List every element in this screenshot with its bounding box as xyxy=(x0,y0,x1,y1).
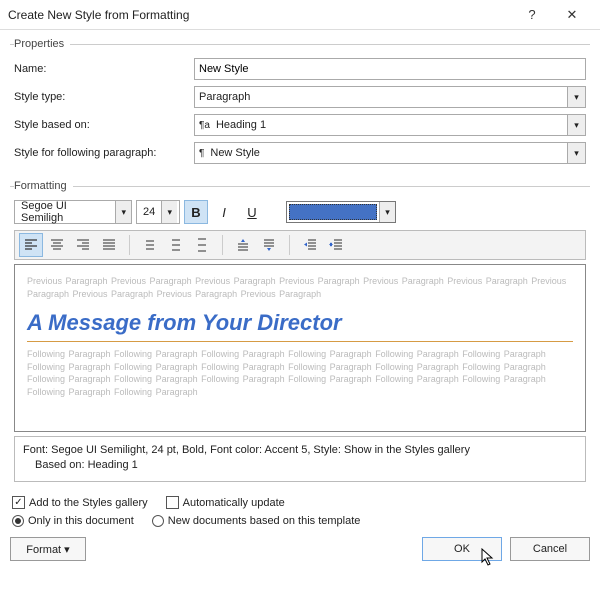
line-spacing-icon xyxy=(169,238,183,252)
radio-unselected-icon xyxy=(152,515,164,527)
separator xyxy=(222,235,223,255)
style-based-on-label: Style based on: xyxy=(14,119,194,131)
align-right-button[interactable] xyxy=(71,233,95,257)
chevron-down-icon: ▾ xyxy=(567,87,585,107)
description-line-1: Font: Segoe UI Semilight, 24 pt, Bold, F… xyxy=(23,443,577,458)
properties-legend: Properties xyxy=(14,38,70,50)
underline-button[interactable]: U xyxy=(240,200,264,224)
space-before-decrease-button[interactable] xyxy=(257,233,281,257)
formatting-group: Formatting Segoe UI Semiligh ▾ 24 ▾ B I … xyxy=(10,180,590,486)
font-size-value: 24 xyxy=(137,206,161,218)
auto-update-label: Automatically update xyxy=(183,497,285,509)
paragraph-toolbar xyxy=(14,230,586,260)
dialog-title: Create New Style from Formatting xyxy=(8,8,512,22)
preview-pane: Previous Paragraph Previous Paragraph Pr… xyxy=(14,264,586,432)
font-name-value: Segoe UI Semiligh xyxy=(15,200,115,224)
options-area: ✓ Add to the Styles gallery Automaticall… xyxy=(12,496,588,527)
formatting-legend: Formatting xyxy=(14,180,73,192)
align-left-icon xyxy=(24,238,38,252)
only-this-document-label: Only in this document xyxy=(28,515,134,527)
close-button[interactable]: ✕ xyxy=(552,1,592,29)
chevron-down-icon: ▾ xyxy=(567,143,585,163)
line-spacing-icon xyxy=(143,238,157,252)
new-documents-radio[interactable]: New documents based on this template xyxy=(152,515,361,527)
space-before-increase-button[interactable] xyxy=(231,233,255,257)
align-left-button[interactable] xyxy=(19,233,43,257)
chevron-down-icon: ▾ xyxy=(115,201,131,223)
style-type-value: Paragraph xyxy=(199,91,250,103)
only-this-document-radio[interactable]: Only in this document xyxy=(12,515,134,527)
properties-group: Properties Name: Style type: Paragraph ▾… xyxy=(10,38,590,174)
line-spacing-icon xyxy=(195,238,209,252)
align-center-icon xyxy=(50,238,64,252)
align-justify-button[interactable] xyxy=(97,233,121,257)
add-to-gallery-checkbox[interactable]: ✓ Add to the Styles gallery xyxy=(12,496,148,509)
style-description: Font: Segoe UI Semilight, 24 pt, Bold, F… xyxy=(14,436,586,482)
button-row: Format ▾ OK Cancel xyxy=(10,537,590,561)
line-spacing-1-button[interactable] xyxy=(138,233,162,257)
new-documents-label: New documents based on this template xyxy=(168,515,361,527)
italic-button[interactable]: I xyxy=(212,200,236,224)
font-color-button[interactable]: ▾ xyxy=(286,201,396,223)
decrease-indent-button[interactable] xyxy=(298,233,322,257)
chevron-down-icon: ▾ xyxy=(567,115,585,135)
auto-update-checkbox[interactable]: Automatically update xyxy=(166,496,285,509)
help-button[interactable]: ? xyxy=(512,1,552,29)
checkbox-checked-icon: ✓ xyxy=(12,496,25,509)
add-to-gallery-label: Add to the Styles gallery xyxy=(29,497,148,509)
preview-rule xyxy=(27,341,573,342)
align-center-button[interactable] xyxy=(45,233,69,257)
font-toolbar: Segoe UI Semiligh ▾ 24 ▾ B I U ▾ xyxy=(14,200,586,224)
name-input[interactable] xyxy=(194,58,586,80)
format-button[interactable]: Format ▾ xyxy=(10,537,86,561)
style-following-label: Style for following paragraph: xyxy=(14,147,194,159)
titlebar: Create New Style from Formatting ? ✕ xyxy=(0,0,600,30)
increase-indent-button[interactable] xyxy=(324,233,348,257)
line-spacing-2-button[interactable] xyxy=(190,233,214,257)
space-before-icon xyxy=(236,238,250,252)
separator xyxy=(289,235,290,255)
increase-indent-icon xyxy=(329,238,343,252)
line-spacing-15-button[interactable] xyxy=(164,233,188,257)
preview-following-text: Following Paragraph Following Paragraph … xyxy=(27,348,573,398)
style-based-on-value: Heading 1 xyxy=(216,119,266,131)
align-right-icon xyxy=(76,238,90,252)
paragraph-mark-icon: ¶ xyxy=(199,148,204,159)
preview-headline: A Message from Your Director xyxy=(27,308,573,339)
name-label: Name: xyxy=(14,63,194,75)
radio-selected-icon xyxy=(12,515,24,527)
paragraph-mark-icon: ¶a xyxy=(199,120,210,131)
separator xyxy=(129,235,130,255)
style-type-select[interactable]: Paragraph ▾ xyxy=(194,86,586,108)
space-after-icon xyxy=(262,238,276,252)
cancel-button[interactable]: Cancel xyxy=(510,537,590,561)
font-size-combo[interactable]: 24 ▾ xyxy=(136,200,180,224)
checkbox-unchecked-icon xyxy=(166,496,179,509)
style-following-value: New Style xyxy=(210,147,260,159)
color-swatch xyxy=(289,204,377,220)
decrease-indent-icon xyxy=(303,238,317,252)
chevron-down-icon: ▾ xyxy=(161,201,177,223)
chevron-down-icon: ▾ xyxy=(379,202,395,222)
font-name-combo[interactable]: Segoe UI Semiligh ▾ xyxy=(14,200,132,224)
style-following-select[interactable]: ¶ New Style ▾ xyxy=(194,142,586,164)
style-type-label: Style type: xyxy=(14,91,194,103)
bold-button[interactable]: B xyxy=(184,200,208,224)
ok-button[interactable]: OK xyxy=(422,537,502,561)
cursor-icon xyxy=(481,548,497,568)
align-justify-icon xyxy=(102,238,116,252)
description-line-2: Based on: Heading 1 xyxy=(23,458,577,473)
preview-previous-text: Previous Paragraph Previous Paragraph Pr… xyxy=(27,275,573,300)
style-based-on-select[interactable]: ¶a Heading 1 ▾ xyxy=(194,114,586,136)
